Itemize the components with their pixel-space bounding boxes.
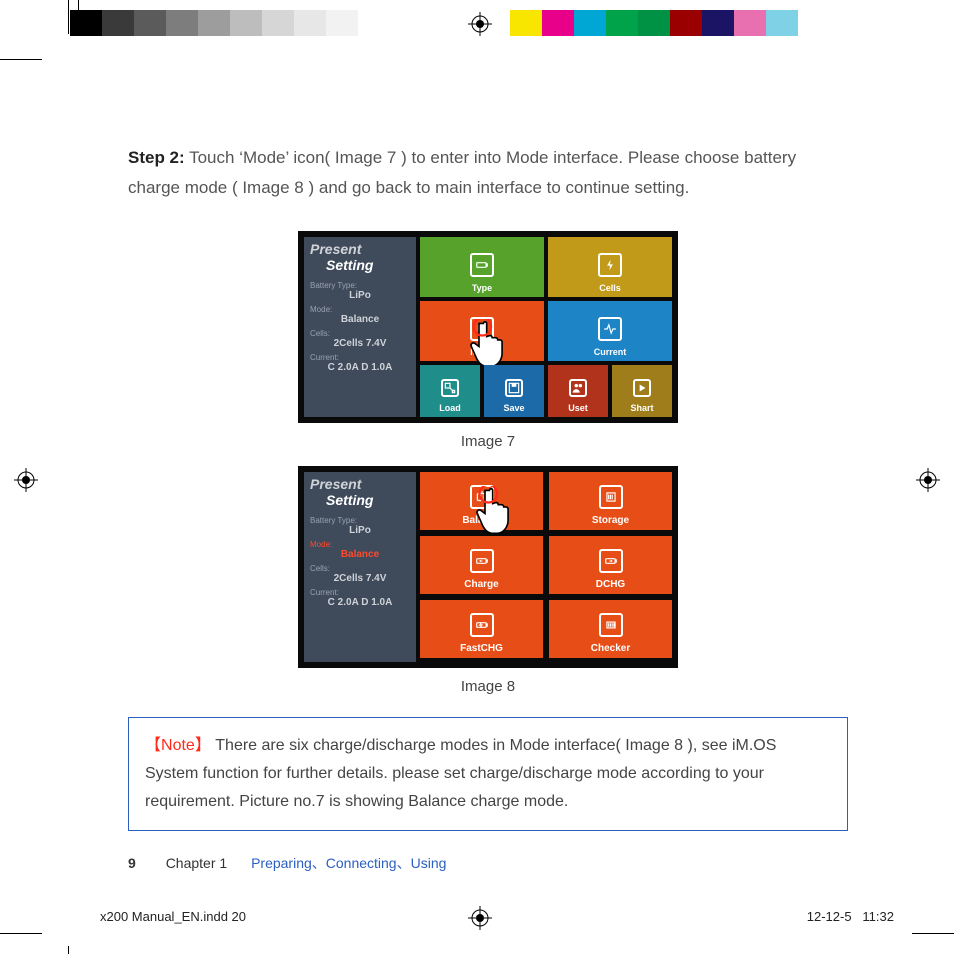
mode-value: Balance	[310, 549, 410, 560]
cells-value: 2Cells 7.4V	[310, 338, 410, 349]
battery-type-label: Battery Type:	[310, 516, 410, 525]
user-icon	[569, 379, 587, 397]
current-value: C 2.0A D 1.0A	[310, 597, 410, 608]
tile-balance[interactable]: Balance	[420, 472, 543, 530]
tile-fastchg[interactable]: FastCHG	[420, 600, 543, 658]
step-label: Step 2:	[128, 148, 185, 167]
tile-charge-label: Charge	[464, 579, 498, 590]
current-value: C 2.0A D 1.0A	[310, 362, 410, 373]
present-setting-panel: Present Setting Battery Type: LiPo Mode:…	[304, 472, 416, 662]
tile-balance-label: Balance	[462, 515, 500, 526]
indd-date: 12-12-5	[807, 909, 852, 924]
play-icon	[633, 379, 651, 397]
cells-label: Cells:	[310, 329, 410, 338]
tile-save[interactable]: Save	[484, 365, 544, 417]
tile-save-label: Save	[503, 403, 524, 413]
tile-shart-label: Shart	[630, 403, 653, 413]
chapter-label: Chapter 1	[166, 855, 227, 871]
page-footer: 9 Chapter 1 Preparing、Connecting、Using	[128, 853, 848, 873]
registration-mark-icon	[14, 468, 38, 492]
step-text: Touch ‘Mode’ icon( Image 7 ) to enter in…	[128, 148, 796, 197]
note-label: Note	[161, 737, 195, 754]
battery-icon	[470, 253, 494, 277]
pulse-icon	[598, 317, 622, 341]
indd-file: x200 Manual_EN.indd 20	[100, 909, 246, 924]
stack-icon	[470, 317, 494, 341]
tile-shart[interactable]: Shart	[612, 365, 672, 417]
storage-icon	[599, 485, 623, 509]
screenshot-image-8: Present Setting Battery Type: LiPo Mode:…	[298, 466, 678, 668]
chapter-trail: Preparing、Connecting、Using	[251, 855, 446, 871]
mode-value: Balance	[310, 314, 410, 325]
tile-checker-label: Checker	[591, 643, 630, 654]
mode-label: Mode:	[310, 540, 410, 549]
screenshot-image-7: Present Setting Battery Type: LiPo Mode:…	[298, 231, 678, 423]
tile-mode-label: Mode	[470, 347, 494, 357]
current-label: Current:	[310, 353, 410, 362]
tile-cells[interactable]: Cells	[548, 237, 672, 297]
note-box: 【Note】 There are six charge/discharge mo…	[128, 717, 848, 831]
cells-value: 2Cells 7.4V	[310, 573, 410, 584]
step-paragraph: Step 2: Touch ‘Mode’ icon( Image 7 ) to …	[128, 143, 848, 203]
checker-icon	[599, 613, 623, 637]
balance-icon	[470, 485, 494, 509]
image8-caption: Image 8	[461, 678, 515, 695]
mode-label: Mode:	[310, 305, 410, 314]
tile-type-label: Type	[472, 283, 492, 293]
registration-mark-icon	[468, 12, 492, 36]
present-hdr1: Present	[310, 476, 410, 492]
battery-type-value: LiPo	[310, 290, 410, 301]
tile-cells-label: Cells	[599, 283, 621, 293]
tile-charge[interactable]: Charge	[420, 536, 543, 594]
tile-checker[interactable]: Checker	[549, 600, 672, 658]
present-setting-panel: Present Setting Battery Type: LiPo Mode:…	[304, 237, 416, 417]
load-icon	[441, 379, 459, 397]
tile-uset[interactable]: Uset	[548, 365, 608, 417]
present-hdr2: Setting	[326, 492, 410, 508]
tile-mode[interactable]: Mode	[420, 301, 544, 361]
tile-load[interactable]: Load	[420, 365, 480, 417]
present-hdr1: Present	[310, 241, 410, 257]
bolt-icon	[598, 253, 622, 277]
indd-time: 11:32	[862, 909, 894, 924]
note-text: There are six charge/discharge modes in …	[145, 737, 776, 810]
discharge-icon	[599, 549, 623, 573]
indesign-slug: x200 Manual_EN.indd 20 12-12-5 11:32	[100, 909, 894, 924]
note-open-bracket: 【	[145, 737, 161, 754]
tile-dchg[interactable]: DCHG	[549, 536, 672, 594]
tile-fastchg-label: FastCHG	[460, 643, 503, 654]
tile-storage-label: Storage	[592, 515, 629, 526]
tile-load-label: Load	[439, 403, 461, 413]
save-icon	[505, 379, 523, 397]
image7-caption: Image 7	[461, 433, 515, 450]
tile-uset-label: Uset	[568, 403, 588, 413]
note-close-bracket: 】	[195, 737, 211, 754]
current-label: Current:	[310, 588, 410, 597]
cells-label: Cells:	[310, 564, 410, 573]
charge-icon	[470, 549, 494, 573]
tile-type[interactable]: Type	[420, 237, 544, 297]
fastchg-icon	[470, 613, 494, 637]
page-number: 9	[128, 855, 136, 871]
present-hdr2: Setting	[326, 257, 410, 273]
battery-type-value: LiPo	[310, 525, 410, 536]
tile-storage[interactable]: Storage	[549, 472, 672, 530]
registration-mark-icon	[916, 468, 940, 492]
tile-current[interactable]: Current	[548, 301, 672, 361]
battery-type-label: Battery Type:	[310, 281, 410, 290]
tile-current-label: Current	[594, 347, 627, 357]
tile-dchg-label: DCHG	[596, 579, 625, 590]
